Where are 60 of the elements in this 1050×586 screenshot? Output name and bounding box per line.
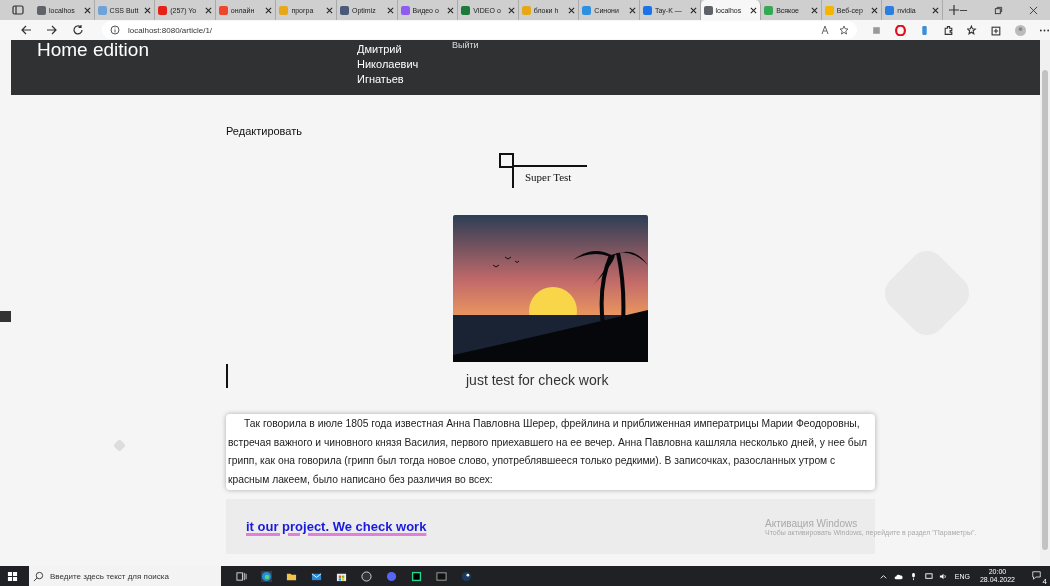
- notification-count: 4: [1041, 577, 1048, 586]
- close-icon[interactable]: [144, 6, 152, 14]
- decor-shape: [113, 439, 126, 452]
- back-icon[interactable]: [20, 24, 32, 36]
- close-icon[interactable]: [204, 6, 212, 14]
- text-cursor: [226, 364, 228, 388]
- new-tab-icon[interactable]: [948, 5, 959, 15]
- close-icon[interactable]: [689, 6, 697, 14]
- activation-title: Активация Windows: [765, 517, 859, 529]
- close-icon[interactable]: [931, 6, 939, 14]
- image-caption: just test for check work: [466, 372, 609, 388]
- article-title: Super Test: [525, 171, 572, 183]
- taskbar-search-field[interactable]: Введите здесь текст для поиска: [29, 566, 221, 586]
- search-placeholder: Введите здесь текст для поиска: [50, 571, 169, 581]
- logout-link[interactable]: Выйти: [452, 40, 479, 50]
- ide-icon[interactable]: [411, 570, 422, 582]
- search-icon: [33, 570, 44, 582]
- windows-start-icon[interactable]: [7, 570, 18, 582]
- close-icon[interactable]: [750, 6, 758, 14]
- close-icon[interactable]: [386, 6, 394, 14]
- close-icon[interactable]: [810, 6, 818, 14]
- close-icon[interactable]: [871, 6, 879, 14]
- edge-marker: [0, 311, 11, 322]
- favorite-star-icon[interactable]: [839, 25, 849, 35]
- project-link[interactable]: it our project. We check work: [246, 519, 427, 534]
- read-aloud-icon[interactable]: [821, 25, 831, 35]
- edit-link[interactable]: Редактировать: [226, 125, 302, 137]
- close-icon[interactable]: [325, 6, 333, 14]
- notifications-icon[interactable]: [1032, 571, 1041, 580]
- tab-actions-icon[interactable]: [12, 4, 24, 16]
- close-icon[interactable]: [1029, 5, 1038, 15]
- close-icon[interactable]: [568, 6, 576, 14]
- game-client-icon[interactable]: [461, 570, 472, 582]
- avatar-icon[interactable]: [1015, 24, 1026, 36]
- address-field[interactable]: localhost:8080/article/1/: [102, 21, 857, 39]
- close-icon[interactable]: [628, 6, 636, 14]
- terminal-icon[interactable]: [436, 570, 447, 582]
- speaker-icon[interactable]: [938, 571, 948, 581]
- article-body: Так говорила в июле 1805 года известная Анна Павловна Шерер, фрейлина и приближенная императрицы Марии Феодоровны, встречая важного и чиновного князя Василия, первого приехавшего на ее вечер. Анна Павловна кашляла несколько дней, у нее был грипп, как она говорила (грипп был тогда новое слово, употреблявшееся только редкими). В записочках, разосланных утром с красным лакеем, было написано без различия во всех:: [226, 414, 875, 490]
- info-icon: [110, 25, 120, 35]
- reload-icon[interactable]: [72, 24, 84, 36]
- close-icon[interactable]: [507, 6, 515, 14]
- close-icon[interactable]: [265, 6, 273, 14]
- scroll-thumb[interactable]: [1042, 70, 1048, 550]
- task-view-icon[interactable]: [236, 570, 247, 582]
- close-icon[interactable]: [447, 6, 455, 14]
- url-text: localhost:8080/article/1/: [128, 25, 213, 35]
- network-icon[interactable]: [923, 571, 933, 581]
- app-circle-icon[interactable]: [361, 570, 372, 582]
- favorites-icon[interactable]: [967, 24, 978, 36]
- close-icon[interactable]: [83, 6, 91, 14]
- browser-app-icon[interactable]: [261, 570, 272, 582]
- collections-add-icon[interactable]: [991, 24, 1002, 36]
- restore-icon[interactable]: [994, 5, 1003, 15]
- user-name: Дмитрий Николаевич Игнатьев: [357, 42, 420, 87]
- mail-icon[interactable]: [311, 570, 322, 582]
- forward-icon[interactable]: [46, 24, 58, 36]
- chat-app-icon[interactable]: [386, 570, 397, 582]
- puzzle-icon[interactable]: [943, 24, 954, 36]
- brand-text: Home edition: [37, 40, 150, 60]
